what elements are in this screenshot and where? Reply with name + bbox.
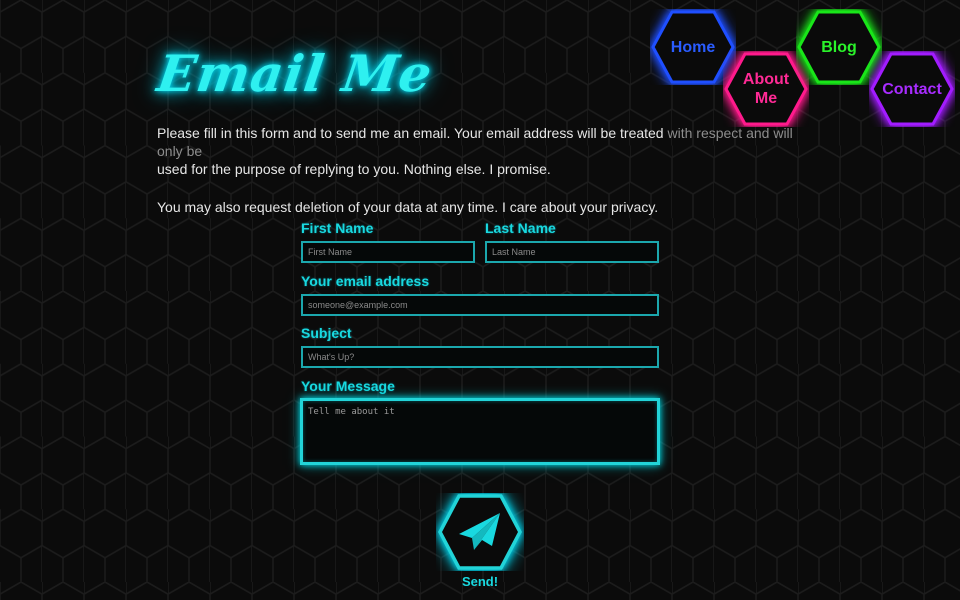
message-textarea[interactable] [300, 398, 660, 465]
intro-paragraph: Please fill in this form and to send me … [157, 124, 817, 178]
nav-contact-label: Contact [882, 80, 942, 98]
last-name-label: Last Name [485, 220, 556, 236]
nav-blog-label: Blog [821, 38, 857, 56]
subject-label: Subject [301, 325, 352, 341]
page-title: Email Me [153, 44, 437, 103]
first-name-input[interactable] [301, 241, 475, 263]
intro-text-part3: used for the purpose of replying to you.… [157, 161, 551, 177]
intro-text-part1: Please fill in this form and to send me … [157, 125, 668, 141]
last-name-input[interactable] [485, 241, 659, 263]
email-label: Your email address [301, 273, 430, 289]
message-label: Your Message [301, 378, 395, 394]
privacy-note: You may also request deletion of your da… [157, 199, 659, 215]
send-hexagon [438, 494, 522, 570]
send-button[interactable] [436, 493, 524, 571]
nav-about-label: About Me [742, 71, 790, 107]
first-name-label: First Name [301, 220, 374, 236]
intro-text: Please fill in this form and to send me … [157, 124, 817, 216]
nav-home-label: Home [670, 38, 716, 56]
send-label: Send! [461, 574, 499, 589]
email-input[interactable] [301, 294, 659, 316]
subject-input[interactable] [301, 346, 659, 368]
nav-contact-button[interactable]: Contact [869, 51, 955, 127]
